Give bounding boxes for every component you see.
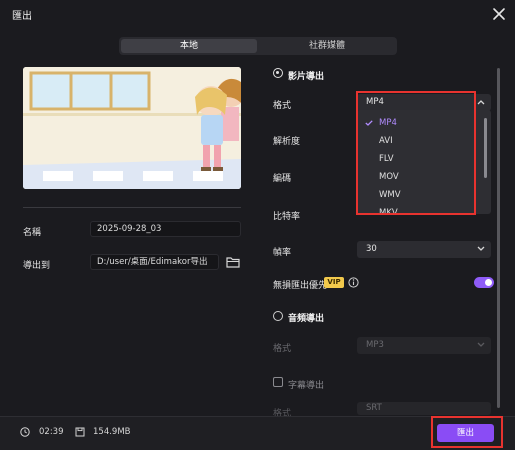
subtitle-format-value: SRT <box>366 403 382 413</box>
tab-social-media[interactable]: 社群媒體 <box>259 39 395 53</box>
name-input[interactable]: 2025-09-28_03 <box>90 221 241 237</box>
framerate-select[interactable]: 30 <box>357 241 491 258</box>
format-dropdown-list: MP4 AVI FLV MOV WMV MKV <box>357 110 491 214</box>
chevron-up-icon <box>477 100 485 105</box>
folder-icon[interactable] <box>226 256 240 268</box>
dropdown-option-flv[interactable]: FLV <box>357 150 481 168</box>
export-path-input[interactable]: D:/user/桌面/Edimakor导出 <box>90 254 219 270</box>
filesize-text: 154.9MB <box>93 427 131 437</box>
dropdown-option-mp4[interactable]: MP4 <box>357 114 481 132</box>
bitrate-label: 比特率 <box>273 212 301 222</box>
video-export-radio[interactable] <box>273 68 283 78</box>
clock-icon <box>20 427 30 437</box>
audio-format-value: MP3 <box>366 340 384 350</box>
framerate-label: 幀率 <box>273 248 292 258</box>
dropdown-option-avi[interactable]: AVI <box>357 132 481 150</box>
subtitle-format-select[interactable]: SRT <box>357 402 491 415</box>
audio-format-label: 格式 <box>273 344 292 354</box>
export-to-label: 導出到 <box>23 261 51 271</box>
export-button[interactable]: 匯出 <box>437 424 494 442</box>
save-disk-icon <box>75 427 85 437</box>
resolution-label: 解析度 <box>273 137 301 147</box>
dropdown-option-mkv[interactable]: MKV <box>357 204 481 214</box>
audio-export-radio[interactable] <box>273 311 283 321</box>
export-target-tabs: 本地 社群媒體 <box>119 37 397 55</box>
vip-badge: VIP <box>324 277 344 288</box>
framerate-value: 30 <box>366 244 377 254</box>
lossless-toggle[interactable] <box>474 277 494 288</box>
info-icon[interactable] <box>348 277 359 288</box>
format-label: 格式 <box>273 101 292 111</box>
audio-format-select[interactable]: MP3 <box>357 337 491 354</box>
left-divider <box>23 207 241 208</box>
dropdown-scrollbar[interactable] <box>484 118 487 178</box>
video-format-select[interactable]: MP4 <box>357 94 491 111</box>
check-icon <box>365 120 373 126</box>
subtitle-export-checkbox[interactable] <box>273 377 283 387</box>
chevron-down-icon <box>477 246 485 251</box>
duration-text: 02:39 <box>39 427 64 437</box>
video-preview <box>23 67 241 189</box>
settings-scrollbar[interactable] <box>497 68 500 408</box>
tab-local[interactable]: 本地 <box>121 39 257 53</box>
name-label: 名稱 <box>23 228 42 238</box>
audio-export-heading: 音頻導出 <box>288 314 325 324</box>
close-icon[interactable] <box>491 6 507 22</box>
lossless-label: 無損匯出優先 <box>273 281 328 291</box>
video-format-value: MP4 <box>366 97 384 107</box>
dropdown-option-mov[interactable]: MOV <box>357 168 481 186</box>
video-export-heading: 影片導出 <box>288 72 325 82</box>
chevron-down-icon <box>477 342 485 347</box>
subtitle-export-label: 字幕導出 <box>288 381 325 391</box>
encoding-label: 編碼 <box>273 174 292 184</box>
dialog-title: 匯出 <box>12 11 32 22</box>
preview-illustration <box>23 67 241 189</box>
title-bar: 匯出 <box>0 0 515 28</box>
dropdown-option-wmv[interactable]: WMV <box>357 186 481 204</box>
